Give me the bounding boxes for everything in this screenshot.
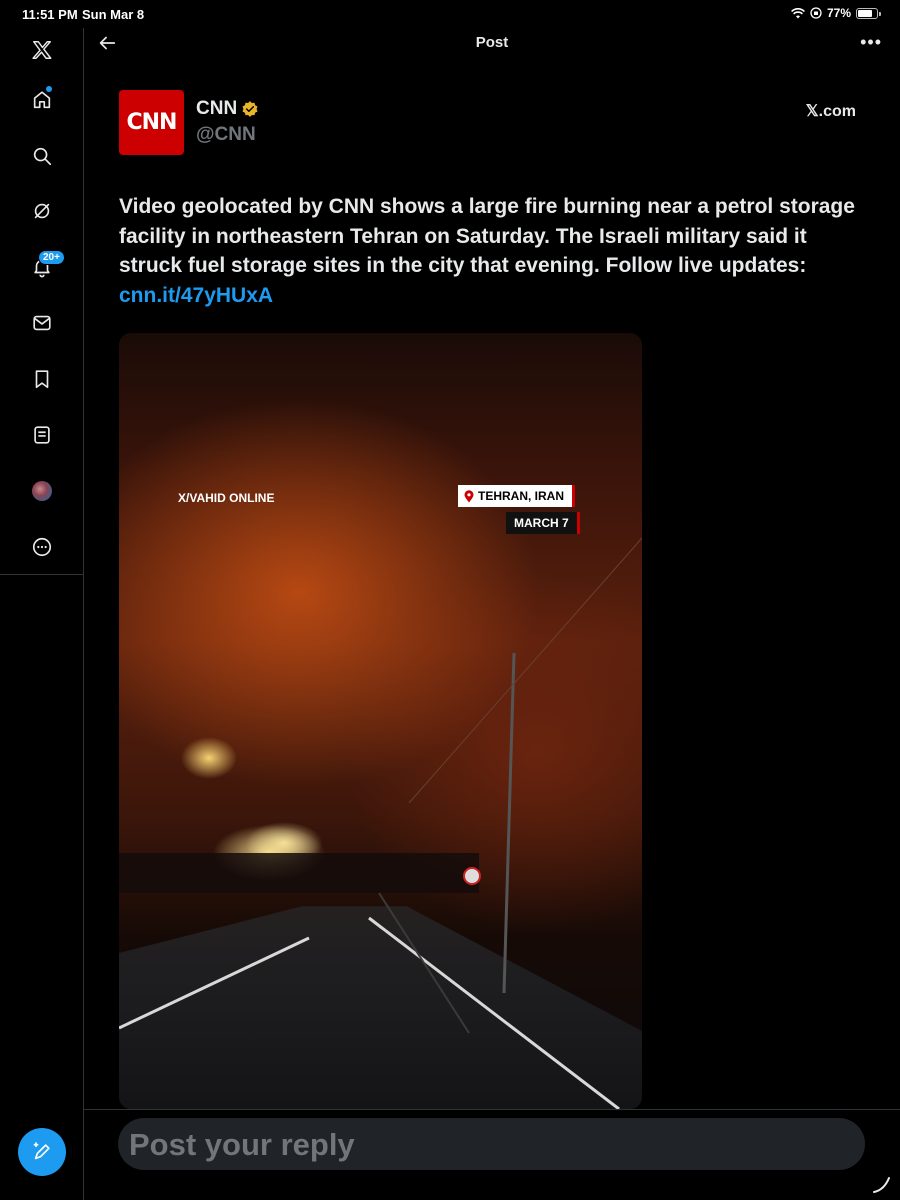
author-avatar[interactable]: CNN	[119, 90, 184, 155]
profile-avatar[interactable]	[28, 477, 56, 505]
messages-icon[interactable]	[28, 309, 56, 337]
status-time: 11:51 PM	[22, 7, 78, 22]
status-indicators: 77%	[791, 6, 881, 20]
page-title: Post	[475, 34, 509, 51]
more-horizontal-icon[interactable]: •••	[860, 32, 882, 53]
author-name: CNN	[196, 98, 238, 119]
compose-icon	[33, 1142, 50, 1160]
home-icon[interactable]	[28, 86, 56, 114]
source-label[interactable]: 𝕏.com	[806, 101, 856, 121]
sidebar-divider	[0, 574, 84, 575]
battery-icon	[856, 7, 881, 19]
grok-icon[interactable]	[28, 197, 56, 225]
battery-percent: 77%	[826, 6, 851, 20]
more-options-icon[interactable]	[28, 533, 56, 561]
post-header: Post •••	[84, 28, 900, 58]
x-logo-icon[interactable]	[28, 36, 56, 64]
post-video[interactable]: X/VAHID ONLINE TEHRAN, IRAN MARCH 7	[119, 333, 642, 1109]
status-bar: 11:51 PM Sun Mar 8 77%	[0, 0, 900, 28]
road-markings	[119, 537, 642, 1109]
video-date-tag: MARCH 7	[506, 512, 580, 534]
reply-divider	[84, 1109, 900, 1110]
author-name-row[interactable]: CNN	[196, 98, 259, 120]
scribble-indicator-icon	[873, 1177, 890, 1193]
author-handle[interactable]: @CNN	[196, 124, 256, 146]
bookmarks-icon[interactable]	[28, 365, 56, 393]
post-body: Video geolocated by CNN shows a large fi…	[119, 195, 855, 277]
location-text: TEHRAN, IRAN	[478, 489, 564, 503]
reply-input[interactable]: Post your reply	[118, 1118, 865, 1170]
home-unread-dot	[46, 86, 52, 92]
sidebar-nav: 20+	[0, 28, 84, 1200]
notifications-badge: 20+	[38, 250, 65, 265]
verified-badge-icon	[242, 101, 258, 117]
orientation-lock-icon	[810, 7, 822, 19]
compose-post-button[interactable]	[18, 1128, 66, 1176]
cnn-logo-text: CNN	[126, 110, 178, 135]
post-link[interactable]: cnn.it/47yHUxA	[119, 284, 273, 307]
video-credit: X/VAHID ONLINE	[178, 491, 275, 505]
status-date: Sun Mar 8	[82, 7, 145, 22]
lists-icon[interactable]	[28, 421, 56, 449]
location-pin-icon	[464, 489, 474, 502]
post-text: Video geolocated by CNN shows a large fi…	[119, 192, 869, 310]
wifi-icon	[791, 7, 805, 18]
reply-placeholder: Post your reply	[129, 1127, 355, 1162]
location-tag: TEHRAN, IRAN	[458, 485, 575, 507]
search-icon[interactable]	[28, 142, 56, 170]
